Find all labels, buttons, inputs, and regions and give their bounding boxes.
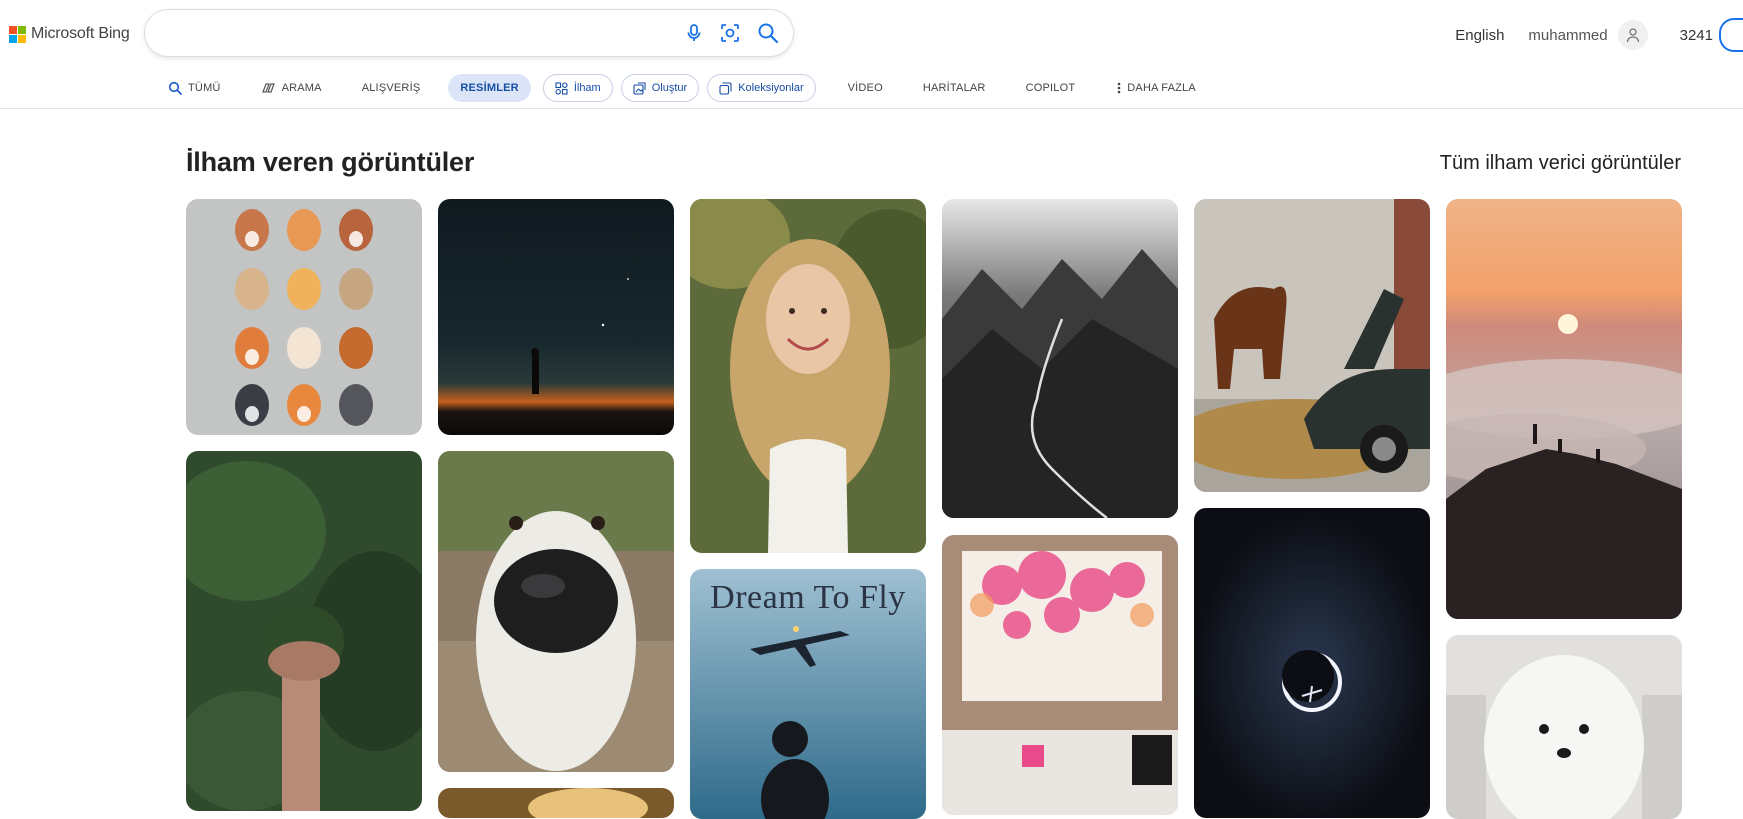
section-title: İlham veren görüntüler: [186, 147, 475, 177]
dream-to-fly-caption: Dream To Fly: [710, 579, 906, 616]
bing-logo[interactable]: Microsoft Bing: [9, 25, 130, 43]
image-eclipse-airplane[interactable]: [1194, 508, 1430, 818]
search-input[interactable]: [167, 20, 671, 48]
image-flower-painting[interactable]: [942, 535, 1178, 815]
username[interactable]: muhammed: [1528, 27, 1607, 44]
pill-olustur[interactable]: Oluştur: [620, 74, 700, 102]
tab-copilot-label: COPILOT: [1025, 82, 1076, 94]
tab-alisveris-label: ALIŞVERİŞ: [361, 82, 421, 94]
tab-alisveris[interactable]: ALIŞVERİŞ: [342, 74, 441, 102]
pill-olustur-label: Oluştur: [651, 82, 688, 94]
tab-arama-label: ARAMA: [281, 82, 322, 94]
reward-points[interactable]: 3241: [1680, 27, 1713, 44]
tab-daha-fazla[interactable]: DAHA FAZLA: [1095, 74, 1216, 102]
tab-haritalar-label: HARİTALAR: [922, 82, 986, 94]
pill-koleksiyonlar[interactable]: Koleksiyonlar: [707, 74, 816, 102]
header: Microsoft Bing English muhammed 3241 TÜM…: [0, 0, 1743, 109]
tab-resimler[interactable]: RESİMLER: [448, 74, 531, 102]
image-sunset-above-clouds[interactable]: [1446, 199, 1682, 619]
tab-daha-fazla-label: DAHA FAZLA: [1127, 82, 1196, 94]
tab-tumu[interactable]: TÜMÜ: [160, 74, 241, 102]
image-smiling-woman[interactable]: [690, 199, 926, 553]
tab-tumu-label: TÜMÜ: [188, 82, 221, 94]
microphone-icon[interactable]: [681, 20, 707, 46]
search-small-icon: [168, 81, 182, 95]
language-link[interactable]: English: [1455, 27, 1504, 44]
tab-video[interactable]: VİDEO: [820, 74, 903, 102]
image-hand-holding-moss[interactable]: [186, 451, 422, 811]
create-image-icon: [633, 81, 646, 95]
image-horse-and-car[interactable]: [1194, 199, 1430, 492]
tab-copilot[interactable]: COPILOT: [1006, 74, 1096, 102]
image-mountain-river[interactable]: [942, 199, 1178, 518]
tab-arama[interactable]: ARAMA: [241, 74, 342, 102]
collections-icon: [719, 81, 732, 95]
image-dog-nose-closeup[interactable]: [438, 451, 674, 772]
scope-tabs: TÜMÜ ARAMA ALIŞVERİŞ RESİMLER İlham Oluş…: [160, 73, 1216, 103]
rewards-icon[interactable]: [1719, 18, 1743, 52]
tab-video-label: VİDEO: [847, 82, 883, 94]
visual-search-icon[interactable]: [717, 20, 743, 46]
tab-haritalar[interactable]: HARİTALAR: [903, 74, 1006, 102]
tab-resimler-label: RESİMLER: [460, 82, 519, 94]
search-box: [145, 10, 793, 56]
pill-ilham[interactable]: İlham: [542, 74, 613, 102]
copilot-icon: [261, 83, 275, 93]
brand-name: Microsoft Bing: [31, 25, 130, 42]
account-area: English muhammed 3241: [1455, 18, 1743, 52]
image-white-fluffy-dog[interactable]: [1446, 635, 1682, 819]
image-dream-to-fly[interactable]: Dream To Fly: [690, 569, 926, 819]
image-golden-light[interactable]: [438, 788, 674, 818]
see-all-link[interactable]: Tüm ilham verici görüntüler: [1440, 152, 1681, 175]
search-icon[interactable]: [755, 20, 781, 46]
image-cartoon-dogs[interactable]: [186, 199, 422, 435]
image-night-sky-silhouette[interactable]: [438, 199, 674, 435]
inspiration-icon: [555, 81, 568, 95]
user-avatar-icon[interactable]: [1617, 20, 1648, 50]
pill-ilham-label: İlham: [573, 82, 601, 94]
pill-koleksiyonlar-label: Koleksiyonlar: [738, 82, 804, 94]
microsoft-logo-icon: [9, 26, 26, 43]
more-vertical-icon: [1117, 82, 1121, 94]
